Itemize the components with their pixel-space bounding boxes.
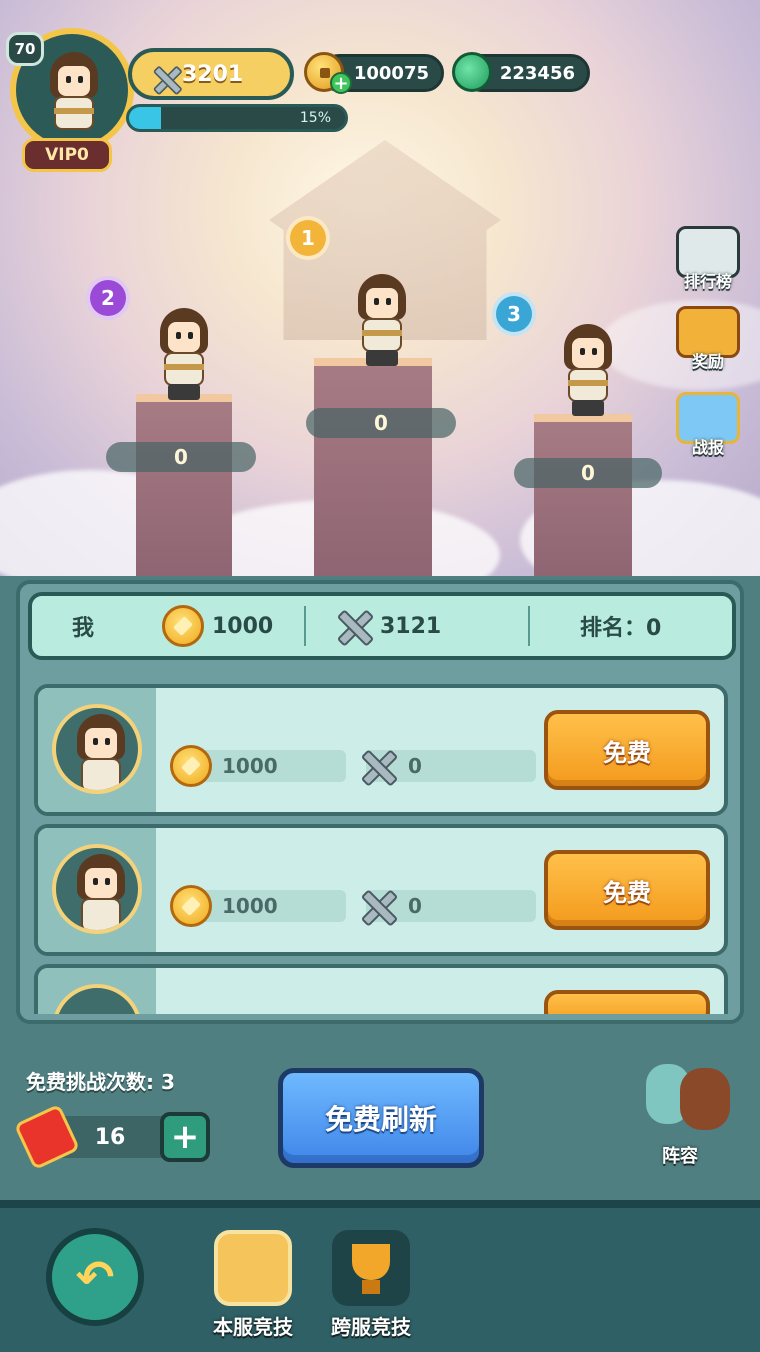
crossed-swords-icon xyxy=(214,1230,292,1306)
exp-bar: 15% xyxy=(126,104,348,132)
me-points: 1000 xyxy=(162,596,273,656)
avatar-portrait xyxy=(42,52,106,144)
free-refresh-button[interactable]: 免费刷新 xyxy=(278,1068,484,1168)
add-coins-button[interactable]: + xyxy=(330,72,352,94)
me-power: 3121 xyxy=(332,596,441,656)
trophy-icon xyxy=(332,1230,410,1306)
back-arrow-icon: ↶ xyxy=(75,1250,115,1304)
me-rank: 排名：0 xyxy=(580,616,662,641)
rank-3-badge: 3 xyxy=(492,292,536,336)
podium-3 xyxy=(534,414,632,580)
medal-icon xyxy=(162,605,204,647)
swords-icon xyxy=(149,62,173,86)
lineup-hero-icon xyxy=(680,1068,730,1130)
lineup-label: 阵容 xyxy=(662,1146,698,1167)
tab-cross-label: 跨服竞技 xyxy=(331,1315,411,1339)
podium-2-score: 0 xyxy=(106,442,256,472)
me-label: 我 xyxy=(72,616,95,641)
opponent-power: 0 xyxy=(366,890,536,922)
player-level: 70 xyxy=(6,32,44,66)
challenge-free-button[interactable]: 免费 xyxy=(544,710,710,790)
coins-value: 100075 xyxy=(353,62,429,84)
opponent-points: 1000 xyxy=(170,885,346,927)
podium-3-hero[interactable] xyxy=(556,324,620,416)
medal-icon xyxy=(170,885,212,927)
challenge-free-button[interactable] xyxy=(544,990,710,1014)
my-stats-bar: 我 1000 3121 排名：0 xyxy=(28,592,736,660)
opponent-power: 0 xyxy=(366,750,536,782)
opponent-points: 1000 xyxy=(170,745,346,787)
opponent-row-partial xyxy=(34,964,728,1014)
challenge-free-button[interactable]: 免费 xyxy=(544,850,710,930)
tab-cross-arena[interactable]: 跨服竞技 xyxy=(316,1230,426,1340)
free-attempts-label: 免费挑战次数: 3 xyxy=(26,1070,175,1094)
player-power: 3201 xyxy=(128,48,294,100)
opponent-avatar[interactable] xyxy=(52,844,142,934)
podium-1 xyxy=(314,358,432,580)
tab-local-arena[interactable]: 本服竞技 xyxy=(198,1230,308,1340)
jade-value: 223456 xyxy=(499,62,575,84)
jade-dragon-icon xyxy=(452,52,492,92)
divider xyxy=(528,606,530,646)
back-button[interactable]: ↶ xyxy=(46,1228,144,1326)
swords-icon xyxy=(332,605,374,647)
swords-icon xyxy=(356,885,398,927)
player-power-value: 3201 xyxy=(182,61,244,87)
opponent-avatar[interactable] xyxy=(52,704,142,794)
vip-badge[interactable]: VIP0 xyxy=(22,138,112,172)
podium-1-hero[interactable] xyxy=(350,274,414,366)
opponent-row: 1000 0 免费 xyxy=(34,824,728,956)
add-tickets-button[interactable]: + xyxy=(160,1112,210,1162)
ranking-button[interactable]: 排行榜 xyxy=(670,222,746,292)
lineup-button[interactable]: 阵容 xyxy=(640,1058,740,1168)
exp-fill xyxy=(129,107,162,129)
tab-local-label: 本服竞技 xyxy=(213,1315,293,1339)
podium-1-score: 0 xyxy=(306,408,456,438)
exp-percent: 15% xyxy=(299,110,331,126)
rank-2-badge: 2 xyxy=(86,276,130,320)
opponent-row: 1000 0 免费 xyxy=(34,684,728,816)
podium-2 xyxy=(136,394,232,580)
ticket-count-value: 16 xyxy=(94,1124,126,1150)
swords-icon xyxy=(356,745,398,787)
medal-icon xyxy=(170,745,212,787)
battle-report-button[interactable]: 战报 xyxy=(670,388,746,458)
rewards-button[interactable]: 奖励 xyxy=(670,302,746,372)
podium-3-score: 0 xyxy=(514,458,662,488)
ranking-label: 排行榜 xyxy=(683,272,732,291)
rank-1-badge: 1 xyxy=(286,216,330,260)
rewards-label: 奖励 xyxy=(691,352,724,371)
podium-2-hero[interactable] xyxy=(152,308,216,400)
battle-report-label: 战报 xyxy=(691,438,724,457)
me-power-value: 3121 xyxy=(380,613,442,639)
me-points-value: 1000 xyxy=(212,613,274,639)
divider xyxy=(304,606,306,646)
